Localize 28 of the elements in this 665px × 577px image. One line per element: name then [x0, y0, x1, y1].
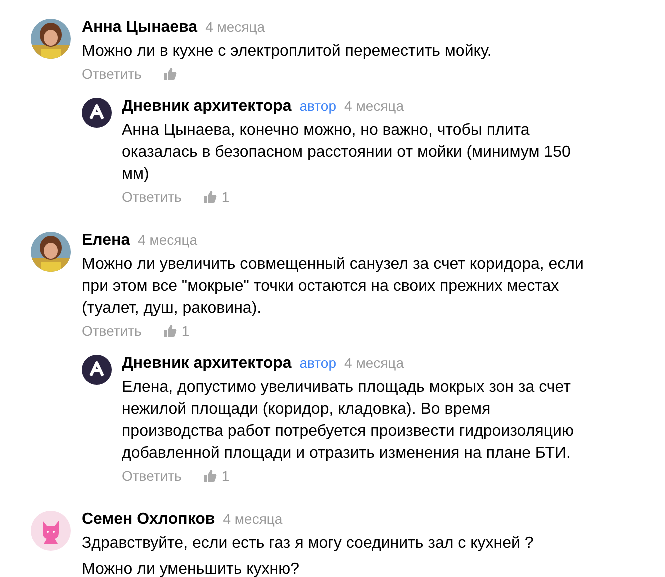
author-name[interactable]: Елена	[82, 232, 130, 250]
comment-text: Елена, допустимо увеличивать площадь мокрых зон за счет нежилой площади (коридор, кладовка). Во время производства работ потребуется произвести гидроизоляцию добавленной площади и отразить изменения на плане БТИ.	[122, 378, 575, 464]
comment-text: Анна Цынаева, конечно можно, но важно, чтобы плита оказалась в безопасном расстоянии от мойки (минимум 150 мм)	[122, 121, 572, 185]
thumbs-up-icon[interactable]	[204, 470, 217, 482]
comment-text: Можно ли в кухне с электроплитой переместить мойку.	[82, 42, 493, 62]
comment-time: 4 месяца	[344, 98, 404, 114]
author-name[interactable]: Дневник архитектора	[122, 355, 292, 373]
comment-time: 4 месяца	[138, 232, 198, 248]
logo-icon	[82, 98, 112, 128]
like-count: 1	[222, 189, 230, 205]
thumbs-up-icon[interactable]	[204, 191, 217, 203]
comment-text: Здравствуйте, если есть газ я могу соединить зал с кухней ?	[82, 534, 535, 554]
thumbs-up-icon[interactable]	[164, 68, 177, 80]
author-name[interactable]: Анна Цынаева	[82, 19, 198, 37]
like-count: 1	[182, 323, 190, 339]
comment-time: 4 месяца	[223, 511, 283, 527]
comment-time: 4 месяца	[344, 355, 404, 371]
author-label: автор	[300, 98, 337, 114]
logo-icon	[82, 355, 112, 385]
comment-text: Можно ли уменьшить кухню?	[82, 560, 301, 577]
comment-time: 4 месяца	[206, 19, 266, 35]
author-name[interactable]: Семен Охлопков	[82, 511, 216, 529]
comment-text: Можно ли увеличить совмещенный санузел за счет коридора, если при этом все "мокрые" точки остаются на своих прежних местах (туалет, душ, раковина).	[82, 255, 585, 319]
cat-avatar-icon	[31, 511, 71, 551]
author-label: автор	[300, 355, 337, 371]
like-count: 1	[222, 468, 230, 484]
thumbs-up-icon[interactable]	[164, 325, 177, 337]
author-name[interactable]: Дневник архитектора	[122, 98, 292, 116]
